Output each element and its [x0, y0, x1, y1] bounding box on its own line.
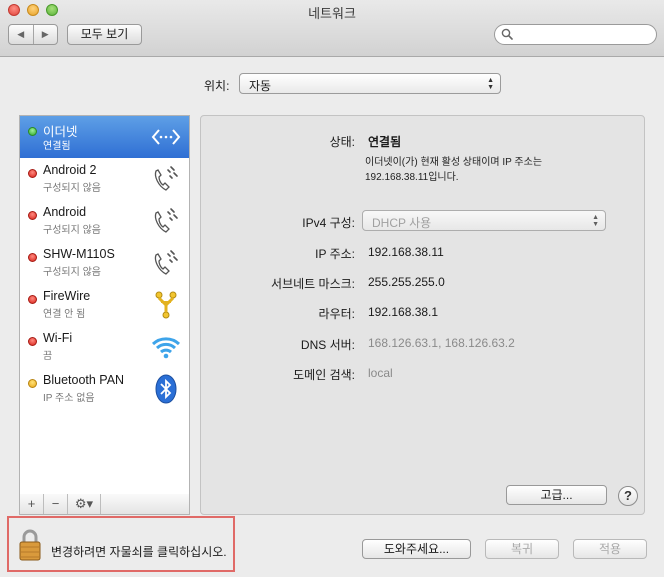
status-dot-icon: [28, 169, 37, 178]
status-dot-icon: [28, 127, 37, 136]
apply-button[interactable]: 적용: [573, 539, 647, 559]
status-dot-icon: [28, 211, 37, 220]
search-domains-value: local: [368, 366, 393, 380]
remove-service-button[interactable]: −: [44, 494, 68, 514]
status-description-line: 이더넷이(가) 현재 활성 상태이며 IP 주소는: [365, 157, 543, 168]
firewire-icon: [155, 291, 177, 319]
dns-server-label: DNS 서버:: [300, 338, 355, 352]
service-item-android-2[interactable]: Android 2 구성되지 않음: [20, 158, 189, 200]
status-dot-icon: [28, 295, 37, 304]
service-name: Bluetooth PAN: [43, 373, 125, 387]
service-item-wifi[interactable]: Wi-Fi 끔: [20, 326, 189, 368]
service-item-ethernet[interactable]: 이더넷 연결됨: [20, 116, 189, 158]
back-forward-group: ◀ ▶: [8, 24, 58, 45]
status-description-line: 192.168.38.11입니다.: [365, 172, 459, 183]
popup-arrows-icon: ▲ ▼: [592, 214, 599, 228]
service-name: SHW-M110S: [43, 247, 115, 261]
search-field[interactable]: [494, 24, 657, 45]
service-name: Android: [43, 205, 87, 219]
subnet-mask-label: 서브네트 마스크:: [271, 277, 355, 291]
service-status: 연결 안 됨: [43, 309, 86, 320]
search-icon: [501, 28, 513, 40]
service-name: Wi-Fi: [43, 331, 73, 345]
search-domains-label: 도메인 검색:: [293, 368, 355, 382]
lock-message[interactable]: 변경하려면 자물쇠를 클릭하십시오.: [51, 543, 227, 560]
ip-address-value: 192.168.38.11: [368, 245, 444, 259]
add-service-button[interactable]: +: [20, 494, 44, 514]
phone-icon: [154, 208, 178, 233]
phone-icon: [154, 250, 178, 275]
wifi-icon: [151, 337, 181, 359]
location-label: 위치:: [204, 79, 230, 93]
ethernet-icon: [151, 129, 181, 145]
popup-arrows-icon: ▲ ▼: [487, 77, 494, 91]
forward-button[interactable]: ▶: [32, 25, 58, 44]
assist-me-button[interactable]: 도와주세요...: [362, 539, 471, 559]
service-status: 구성되지 않음: [43, 267, 101, 278]
ipv4-config-popup[interactable]: DHCP 사용 ▲ ▼: [362, 210, 606, 231]
status-dot-icon: [28, 337, 37, 346]
service-item-shw-m110s[interactable]: SHW-M110S 구성되지 않음: [20, 242, 189, 284]
service-item-bluetooth-pan[interactable]: Bluetooth PAN IP 주소 없음: [20, 368, 189, 410]
service-status: 끔: [43, 351, 53, 362]
ipv4-label: IPv4 구성:: [302, 216, 355, 230]
action-menu-button[interactable]: ⚙▾: [68, 494, 101, 514]
dns-server-value: 168.126.63.1, 168.126.63.2: [368, 336, 515, 350]
status-value: 연결됨: [368, 135, 402, 149]
service-name: FireWire: [43, 289, 91, 303]
status-dot-icon: [28, 253, 37, 262]
revert-button[interactable]: 복귀: [485, 539, 559, 559]
bluetooth-icon: [155, 374, 177, 404]
router-value: 192.168.38.1: [368, 305, 439, 319]
status-dot-icon: [28, 379, 37, 388]
title-bar: 네트워크 ◀ ▶ 모두 보기: [0, 0, 664, 57]
service-status: 구성되지 않음: [43, 225, 101, 236]
advanced-button[interactable]: 고급...: [506, 485, 607, 505]
window-title: 네트워크: [308, 6, 356, 21]
service-list-toolbar: + − ⚙▾: [19, 494, 190, 515]
network-preferences-window: 네트워크 ◀ ▶ 모두 보기 위치: 자동 ▲ ▼ 이더넷 연결됨 Androi…: [0, 0, 664, 577]
help-button[interactable]: ?: [618, 486, 638, 506]
location-popup[interactable]: 자동 ▲ ▼: [239, 73, 501, 94]
service-status: IP 주소 없음: [43, 393, 95, 404]
router-label: 라우터:: [318, 307, 355, 321]
location-value: 자동: [249, 79, 272, 93]
ipv4-config-value: DHCP 사용: [372, 216, 432, 230]
phone-icon: [154, 166, 178, 191]
service-status: 연결됨: [43, 141, 71, 152]
status-label: 상태:: [329, 135, 355, 149]
show-all-button[interactable]: 모두 보기: [67, 24, 142, 45]
service-status: 구성되지 않음: [43, 183, 101, 194]
service-item-android[interactable]: Android 구성되지 않음: [20, 200, 189, 242]
back-button[interactable]: ◀: [9, 25, 33, 44]
status-description: 이더넷이(가) 현재 활성 상태이며 IP 주소는 192.168.38.11입…: [365, 155, 542, 185]
service-item-firewire[interactable]: FireWire 연결 안 됨: [20, 284, 189, 326]
ip-address-label: IP 주소:: [315, 247, 355, 261]
subnet-mask-value: 255.255.255.0: [368, 275, 445, 289]
lock-icon[interactable]: [18, 528, 42, 561]
service-list[interactable]: 이더넷 연결됨 Android 2 구성되지 않음 Android 구성되지 않…: [19, 115, 190, 495]
service-name: Android 2: [43, 163, 97, 177]
